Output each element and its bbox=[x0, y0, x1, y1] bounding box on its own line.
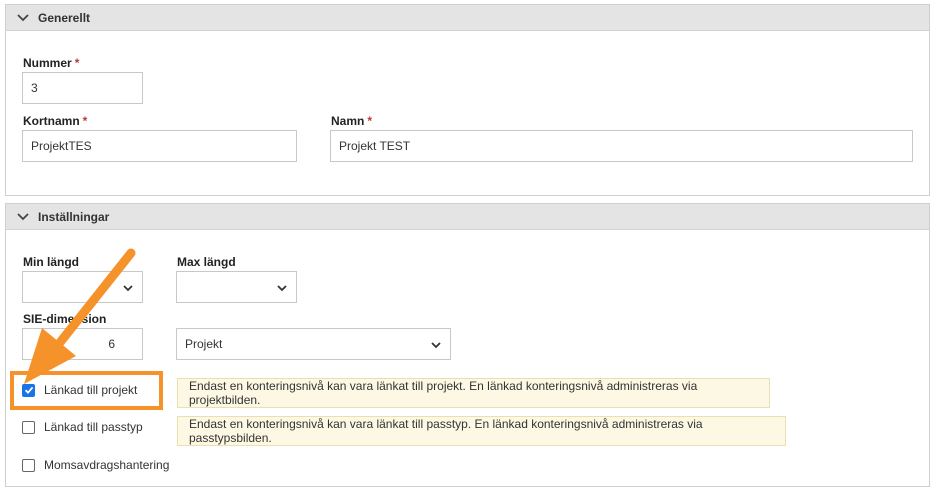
required-mark: * bbox=[74, 56, 80, 70]
name-input[interactable] bbox=[330, 130, 913, 162]
chevron-down-icon bbox=[277, 285, 287, 292]
linked-passtyp-checkbox[interactable] bbox=[22, 420, 35, 434]
min-length-select[interactable] bbox=[22, 271, 143, 303]
linked-project-note: Endast en konteringsnivå kan vara länkat… bbox=[177, 378, 770, 408]
general-panel-title: Generellt bbox=[38, 10, 91, 25]
vat-deduction-checkbox[interactable] bbox=[22, 458, 35, 472]
sie-type-select[interactable]: Projekt bbox=[176, 328, 451, 360]
chevron-down-icon bbox=[17, 212, 29, 220]
vat-deduction-row[interactable]: Momsavdragshantering bbox=[22, 458, 169, 472]
required-mark: * bbox=[367, 114, 373, 128]
shortname-input[interactable] bbox=[22, 130, 297, 162]
max-length-label: Max längd bbox=[177, 255, 236, 269]
linked-project-row[interactable]: Länkad till projekt bbox=[22, 383, 137, 397]
shortname-label: Kortnamn * bbox=[23, 114, 88, 128]
settings-panel-title: Inställningar bbox=[38, 209, 110, 224]
chevron-down-icon bbox=[431, 342, 441, 349]
settings-panel-header[interactable]: Inställningar bbox=[6, 204, 929, 230]
linked-passtyp-row[interactable]: Länkad till passtyp bbox=[22, 420, 143, 434]
number-label: Nummer * bbox=[23, 56, 80, 70]
linked-project-label: Länkad till projekt bbox=[44, 383, 138, 397]
sie-dimension-label: SIE-dimension bbox=[23, 312, 107, 326]
sie-dimension-input[interactable] bbox=[22, 328, 143, 360]
number-input[interactable] bbox=[22, 72, 143, 104]
chevron-down-icon bbox=[17, 13, 29, 21]
sie-type-value: Projekt bbox=[185, 337, 223, 351]
required-mark: * bbox=[82, 114, 88, 128]
min-length-label: Min längd bbox=[23, 255, 79, 269]
max-length-select[interactable] bbox=[176, 271, 297, 303]
linked-passtyp-label: Länkad till passtyp bbox=[44, 420, 143, 434]
linked-passtyp-note: Endast en konteringsnivå kan vara länkat… bbox=[177, 416, 786, 446]
checkmark-icon bbox=[24, 386, 33, 394]
general-panel: Generellt bbox=[5, 4, 930, 196]
chevron-down-icon bbox=[123, 285, 133, 292]
general-panel-header[interactable]: Generellt bbox=[6, 5, 929, 31]
vat-deduction-label: Momsavdragshantering bbox=[44, 458, 170, 472]
linked-project-checkbox[interactable] bbox=[22, 383, 35, 397]
name-label: Namn * bbox=[331, 114, 373, 128]
